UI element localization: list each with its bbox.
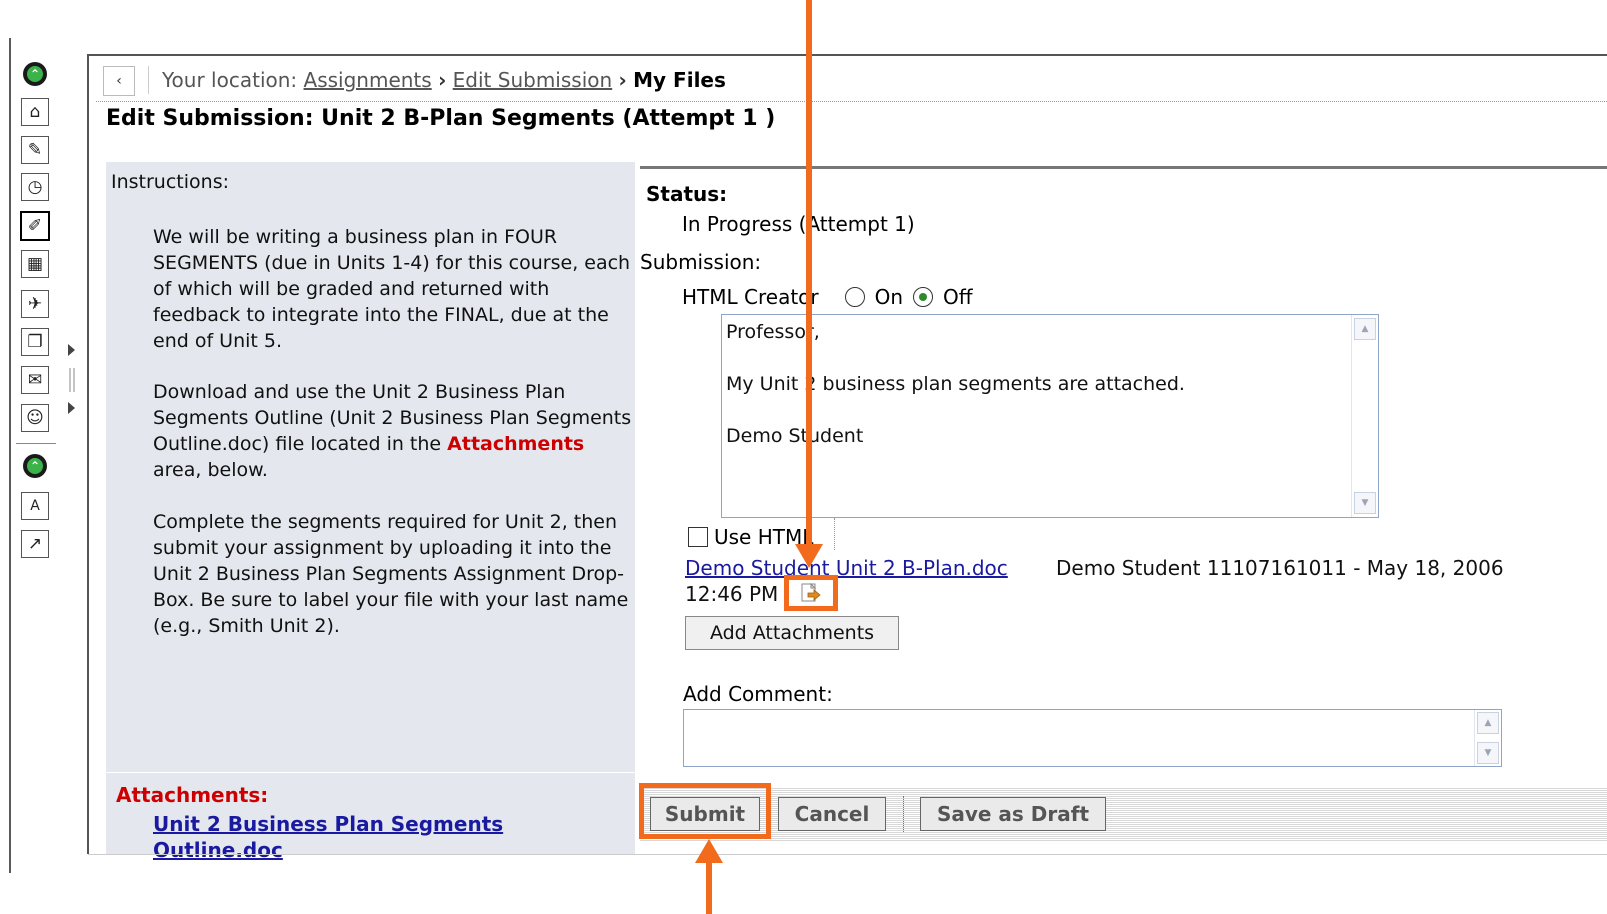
submission-text-editor[interactable]: Professor, My Unit 2 business plan segme…: [721, 314, 1379, 518]
breadcrumb-prefix: Your location:: [162, 68, 298, 92]
page-title: Edit Submission: Unit 2 B-Plan Segments …: [106, 106, 776, 131]
add-comment-label: Add Comment:: [683, 682, 833, 706]
editor-line: Demo Student: [726, 425, 864, 447]
breadcrumb-assignments[interactable]: Assignments: [304, 68, 432, 92]
expand-arrow-icon: [68, 344, 75, 356]
breadcrumb-edit-submission[interactable]: Edit Submission: [453, 68, 613, 92]
content-frame-top: [87, 54, 1607, 56]
tool-grades[interactable]: A: [16, 488, 54, 524]
tool-roster[interactable]: ☺: [16, 400, 54, 436]
editor-scrollbar[interactable]: ▲ ▼: [1351, 315, 1378, 517]
home-icon: ⌂: [21, 98, 49, 126]
save-as-draft-button[interactable]: Save as Draft: [920, 797, 1106, 831]
submitted-file-time: 12:46 PM: [685, 582, 779, 606]
use-html-checkbox[interactable]: [688, 527, 708, 547]
tool-home[interactable]: ⌂: [16, 94, 54, 130]
action-bar-divider: [903, 796, 904, 832]
discussion-icon: ✈: [21, 290, 49, 318]
scroll-up-icon[interactable]: ▲: [1477, 712, 1499, 734]
content-frame-left: [87, 54, 89, 854]
html-creator-off-radio[interactable]: [913, 287, 934, 307]
grades-icon: A: [21, 492, 49, 520]
html-creator-off-label: Off: [943, 285, 973, 309]
content-icon: ❐: [21, 328, 49, 356]
breadcrumb-separator: ›: [618, 68, 627, 92]
attachments-reference: Attachments: [447, 433, 585, 455]
html-creator-on-label: On: [874, 285, 904, 309]
cancel-button[interactable]: Cancel: [778, 797, 886, 831]
breadcrumb: Your location: Assignments › Edit Submis…: [162, 68, 726, 92]
attachments-divider: [106, 772, 635, 773]
calendar-icon: ◷: [21, 173, 49, 201]
collapse-icon: ⌃: [23, 62, 47, 86]
tool-content[interactable]: ❐: [16, 324, 54, 360]
submitted-file-link[interactable]: Demo Student Unit 2 B-Plan.doc: [685, 556, 1008, 580]
tool-discussion[interactable]: ✈: [16, 286, 54, 322]
submission-label: Submission:: [640, 250, 762, 274]
scroll-down-icon[interactable]: ▼: [1354, 492, 1376, 514]
callout-highlight-submit: [639, 783, 771, 839]
use-html-divider: [834, 518, 835, 550]
collapse-tools-button[interactable]: ⌃: [16, 56, 54, 92]
breadcrumb-current: My Files: [633, 68, 726, 92]
submission-section-rule: [640, 166, 1607, 169]
submitted-file-meta: Demo Student 11107161011 - May 18, 2006: [1056, 556, 1504, 580]
content-frame-bottom: [88, 854, 1607, 855]
scroll-down-icon[interactable]: ▼: [1477, 742, 1499, 764]
instructions-label: Instructions:: [111, 171, 229, 193]
chevron-left-icon: ‹: [116, 73, 122, 89]
outer-frame-rule: [9, 38, 11, 873]
html-creator-on-radio[interactable]: [844, 287, 865, 307]
attachment-outline-link[interactable]: Unit 2 Business Plan Segments Outline.do…: [153, 811, 573, 863]
callout-arrow-shaft: [706, 860, 712, 914]
html-creator-row: HTML Creator On Off: [682, 285, 973, 309]
comment-scrollbar[interactable]: ▲ ▼: [1474, 710, 1501, 766]
tool-assignments[interactable]: ✐: [16, 208, 54, 244]
location-divider-dotted: [96, 101, 1607, 102]
mail-icon: ✉: [21, 366, 49, 394]
tool-stats[interactable]: ↗: [16, 526, 54, 562]
back-button[interactable]: ‹: [103, 66, 135, 96]
tool-mail[interactable]: ✉: [16, 362, 54, 398]
tool-announcements[interactable]: ✎: [16, 132, 54, 168]
comment-textarea[interactable]: ▲ ▼: [683, 709, 1502, 767]
collapse-tools-button-2[interactable]: ⌃: [16, 448, 54, 484]
callout-highlight-remove-icon: [784, 575, 838, 611]
assignments-icon: ✐: [20, 211, 50, 241]
strip-divider: [16, 443, 56, 444]
roster-icon: ☺: [21, 404, 49, 432]
editor-line: My Unit 2 business plan segments are att…: [726, 373, 1185, 395]
instructions-paragraph-2: Download and use the Unit 2 Business Pla…: [153, 379, 633, 483]
status-value: In Progress (Attempt 1): [682, 212, 915, 236]
instructions-paragraph-1: We will be writing a business plan in FO…: [153, 226, 631, 352]
stats-icon: ↗: [21, 530, 49, 558]
syllabus-icon: ▦: [21, 250, 49, 278]
callout-arrow-shaft: [806, 0, 812, 556]
course-tool-strip: ⌃ ⌂ ✎ ◷ ✐ ▦ ✈ ❐ ✉ ☺ ⌃ A ↗: [14, 56, 58, 566]
callout-arrow-down-icon: [795, 544, 823, 568]
scroll-up-icon[interactable]: ▲: [1354, 318, 1376, 340]
panel-splitter[interactable]: [64, 340, 84, 420]
collapse-icon: ⌃: [23, 454, 47, 478]
instructions-paragraph-3: Complete the segments required for Unit …: [153, 511, 629, 637]
attachments-label: Attachments:: [116, 783, 269, 807]
tool-syllabus[interactable]: ▦: [16, 246, 54, 282]
location-divider: [148, 66, 149, 94]
add-attachments-button[interactable]: Add Attachments: [685, 616, 899, 650]
status-label: Status:: [646, 182, 728, 206]
breadcrumb-separator: ›: [438, 68, 447, 92]
html-creator-label: HTML Creator: [682, 285, 819, 309]
tool-calendar[interactable]: ◷: [16, 169, 54, 205]
instructions-p2-tail: area, below.: [153, 459, 268, 481]
expand-arrow-icon: [68, 402, 75, 414]
announcements-icon: ✎: [21, 136, 49, 164]
